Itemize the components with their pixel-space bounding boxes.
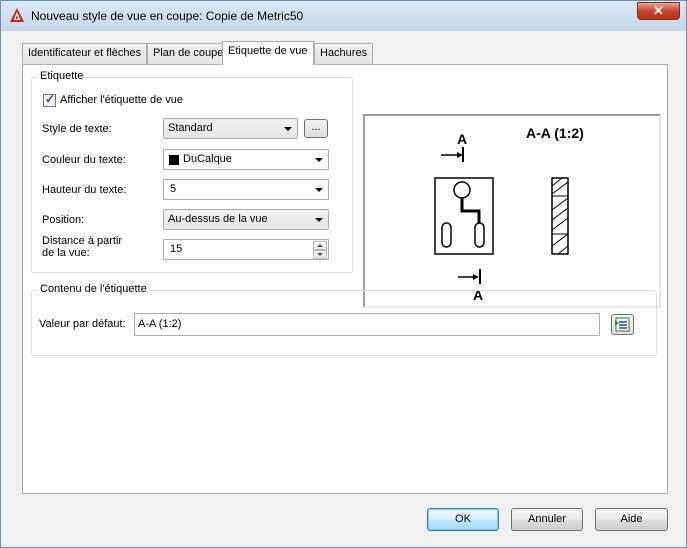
- spin-up-icon[interactable]: [313, 241, 327, 250]
- preview-view-label: A-A (1:2): [526, 125, 584, 141]
- insert-field-icon: [615, 317, 630, 332]
- default-value-label: Valeur par défaut:: [39, 318, 126, 330]
- spin-down-icon[interactable]: [313, 250, 327, 259]
- distance-spinner[interactable]: 15: [163, 239, 329, 260]
- text-height-label: Hauteur du texte:: [42, 184, 127, 196]
- tab-plan-de-coupe[interactable]: Plan de coupe: [147, 43, 230, 64]
- tab-identificateur[interactable]: Identificateur et flèches: [22, 43, 148, 64]
- color-swatch: [169, 155, 179, 165]
- checkmark-icon: ✓: [45, 92, 56, 106]
- dialog-window: Nouveau style de vue en coupe: Copie de …: [0, 0, 687, 548]
- title-bar[interactable]: Nouveau style de vue en coupe: Copie de …: [1, 1, 686, 31]
- distance-label-line2: de la vue:: [42, 247, 90, 259]
- autocad-logo-icon: [10, 8, 24, 22]
- text-height-select[interactable]: 5: [163, 179, 329, 200]
- chevron-down-icon: [315, 218, 323, 222]
- window-title: Nouveau style de vue en coupe: Copie de …: [31, 9, 304, 23]
- text-style-select[interactable]: Standard: [163, 118, 298, 139]
- show-label-checkbox[interactable]: ✓: [43, 92, 56, 107]
- position-label: Position:: [42, 214, 85, 226]
- close-icon: ✕: [653, 3, 664, 18]
- position-value: Au-dessus de la vue: [168, 213, 268, 225]
- show-label-text: Afficher l'étiquette de vue: [60, 94, 183, 106]
- chevron-down-icon: [284, 127, 292, 131]
- tab-etiquette-de-vue[interactable]: Etiquette de vue: [222, 41, 314, 65]
- chevron-down-icon: [315, 158, 323, 162]
- position-select[interactable]: Au-dessus de la vue: [163, 209, 329, 230]
- tab-hachures[interactable]: Hachures: [314, 43, 374, 64]
- insert-field-button[interactable]: [611, 314, 634, 335]
- contenu-group: Contenu de l'étiquette Valeur par défaut…: [31, 283, 657, 356]
- preview-marker-top: A: [457, 131, 467, 147]
- text-style-browse-button[interactable]: ...: [304, 119, 328, 138]
- text-height-value: 5: [170, 183, 177, 195]
- default-value-field[interactable]: A-A (1:2): [134, 313, 600, 336]
- close-button[interactable]: ✕: [637, 2, 680, 20]
- cancel-button[interactable]: Annuler: [511, 508, 583, 531]
- text-color-value: DuCalque: [183, 153, 232, 165]
- ok-button[interactable]: OK: [427, 508, 499, 531]
- section-view-drawing: A A-A (1:2) A: [434, 125, 584, 303]
- dialog-body: Identificateur et flèches Plan de coupe …: [8, 31, 680, 541]
- text-color-select[interactable]: DuCalque: [163, 149, 329, 170]
- default-value-text: A-A (1:2): [138, 318, 182, 330]
- text-color-label: Couleur du texte:: [42, 154, 126, 166]
- tab-panel: Etiquette ✓ Afficher l'étiquette de vue …: [22, 64, 668, 494]
- text-style-value: Standard: [168, 122, 213, 134]
- chevron-down-icon: [315, 188, 323, 192]
- etiquette-group: Etiquette ✓ Afficher l'étiquette de vue …: [31, 70, 353, 273]
- distance-label-line1: Distance à partir: [42, 235, 123, 247]
- contenu-group-title: Contenu de l'étiquette: [38, 283, 149, 295]
- etiquette-group-title: Etiquette: [38, 70, 86, 82]
- label-preview: A A-A (1:2) A: [363, 114, 661, 308]
- text-style-label: Style de texte:: [42, 123, 112, 135]
- distance-value: 15: [170, 243, 183, 255]
- help-button[interactable]: Aide: [595, 508, 668, 531]
